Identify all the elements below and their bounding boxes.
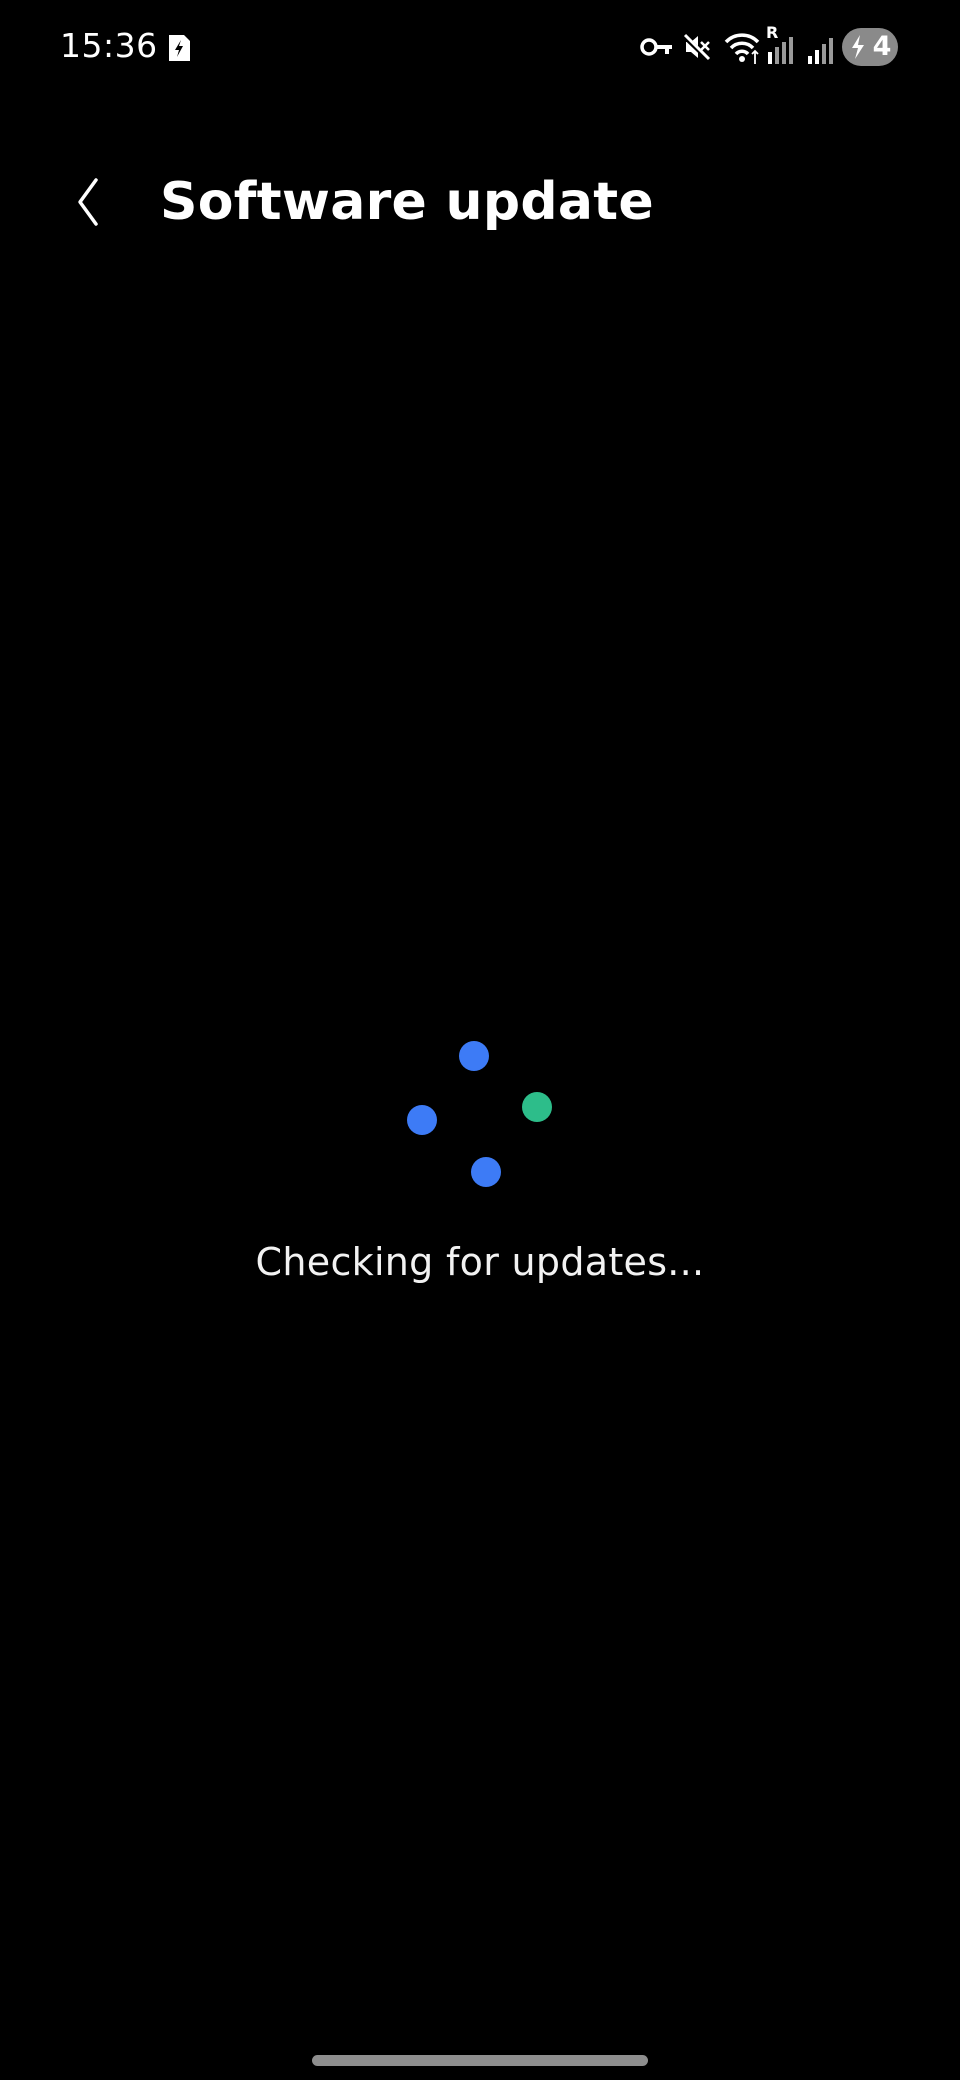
signal-icon [808,38,833,64]
vpn-key-icon [640,38,672,56]
sim-card-icon [169,35,190,61]
battery-level: 4 [872,31,892,62]
home-indicator[interactable] [312,2055,648,2066]
page-title: Software update [160,172,654,232]
spinner-dot [522,1092,552,1122]
charging-bolt-icon [852,35,864,59]
mute-icon [682,33,711,62]
wifi-icon [724,33,760,64]
signal-roaming-icon: R [766,24,796,66]
loading-spinner [407,1041,552,1187]
spinner-dot [407,1105,437,1135]
app-header: Software update [0,150,960,254]
chevron-left-icon [78,178,98,226]
status-time: 15:36 [60,26,158,65]
battery-charging-icon: 4 [842,28,898,66]
back-button[interactable] [60,172,120,232]
spinner-dot [471,1157,501,1187]
spinner-dot [459,1041,489,1071]
checking-updates-text: Checking for updates... [255,1240,705,1284]
status-bar: 15:36 R 4 [0,0,960,92]
